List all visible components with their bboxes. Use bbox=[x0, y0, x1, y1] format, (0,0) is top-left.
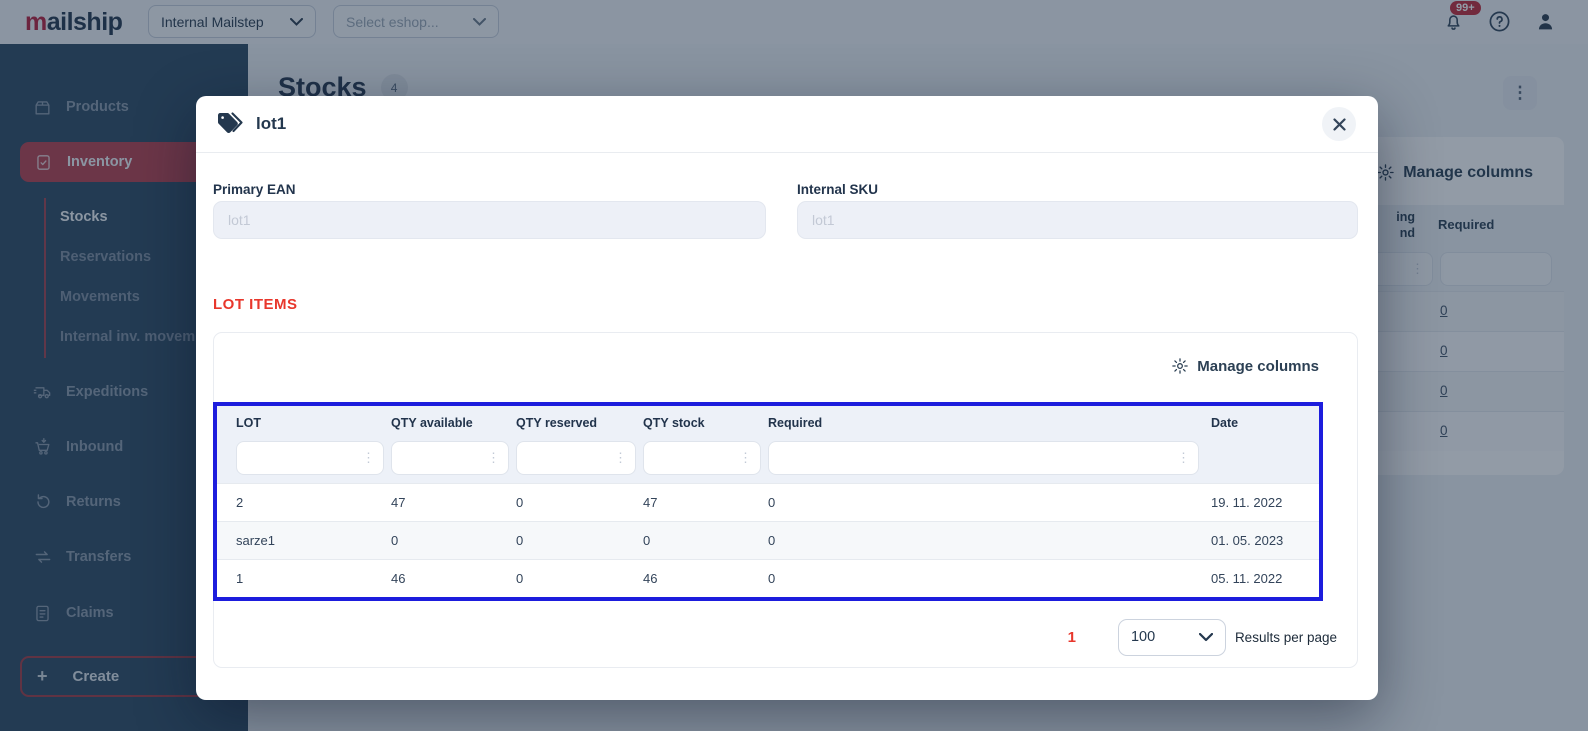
gear-icon bbox=[1172, 358, 1189, 374]
filter-menu-icon[interactable]: ⋮ bbox=[739, 450, 752, 466]
cell-qty-reserved: 0 bbox=[516, 533, 524, 548]
modal-title: lot1 bbox=[256, 114, 287, 133]
filter-menu-icon[interactable]: ⋮ bbox=[487, 450, 500, 466]
cell-qty-stock: 47 bbox=[643, 495, 658, 510]
app-root: mailship Internal Mailstep Select eshop.… bbox=[0, 0, 1588, 731]
column-header-qty-stock: QTY stock bbox=[643, 415, 705, 430]
column-header-required: Required bbox=[768, 415, 823, 430]
column-header-date: Date bbox=[1211, 415, 1239, 430]
cell-lot: 2 bbox=[236, 495, 244, 510]
table-row: sarze1 0 0 0 0 01. 05. 2023 bbox=[217, 521, 1319, 559]
lot-items-section-title: LOT ITEMS bbox=[213, 296, 298, 313]
modal-manage-columns-button[interactable]: Manage columns bbox=[1171, 357, 1319, 375]
page-size-value: 100 bbox=[1130, 629, 1156, 645]
filter-menu-icon[interactable]: ⋮ bbox=[1177, 450, 1190, 466]
modal-close-button[interactable] bbox=[1322, 107, 1356, 141]
table-row: 2 47 0 47 0 19. 11. 2022 bbox=[217, 483, 1319, 521]
cell-date: 01. 05. 2023 bbox=[1211, 533, 1284, 548]
close-icon bbox=[1332, 117, 1346, 131]
filter-menu-icon[interactable]: ⋮ bbox=[362, 450, 375, 466]
table-row: 1 46 0 46 0 05. 11. 2022 bbox=[217, 559, 1319, 597]
qty-reserved-filter-input[interactable]: ⋮ bbox=[516, 441, 636, 475]
required-filter-input[interactable]: ⋮ bbox=[768, 441, 1199, 475]
cell-lot: 1 bbox=[236, 571, 244, 586]
cell-qty-stock: 46 bbox=[643, 571, 658, 586]
column-header-qty-reserved: QTY reserved bbox=[516, 415, 598, 430]
primary-ean-input[interactable] bbox=[213, 201, 766, 239]
cell-qty-available: 47 bbox=[391, 495, 406, 510]
lot-table-filter-row: ⋮ ⋮ ⋮ ⋮ ⋮ bbox=[217, 439, 1319, 483]
qty-available-filter-input[interactable]: ⋮ bbox=[391, 441, 509, 475]
modal-header: lot1 bbox=[196, 96, 1378, 153]
cell-qty-stock: 0 bbox=[643, 533, 651, 548]
tag-icon bbox=[216, 111, 246, 137]
filter-menu-icon[interactable]: ⋮ bbox=[614, 450, 627, 466]
results-per-page-label: Results per page bbox=[1234, 629, 1337, 645]
cell-qty-reserved: 0 bbox=[516, 495, 524, 510]
cell-lot: sarze1 bbox=[236, 533, 276, 548]
lot-detail-modal: lot1 Primary EAN Internal SKU LOT ITEMS … bbox=[196, 96, 1378, 700]
pagination: 1 100 Results per page bbox=[214, 617, 1357, 657]
cell-required: 0 bbox=[768, 533, 776, 548]
primary-ean-label: Primary EAN bbox=[213, 182, 296, 197]
cell-qty-reserved: 0 bbox=[516, 571, 524, 586]
chevron-down-icon bbox=[1198, 632, 1213, 641]
column-header-qty-available: QTY available bbox=[391, 415, 473, 430]
manage-columns-label: Manage columns bbox=[1197, 357, 1319, 375]
cell-required: 0 bbox=[768, 571, 776, 586]
internal-sku-label: Internal SKU bbox=[797, 182, 879, 197]
page-number-button[interactable]: 1 bbox=[1068, 629, 1076, 646]
page-size-select[interactable]: 100 bbox=[1117, 618, 1226, 656]
cell-required: 0 bbox=[768, 495, 776, 510]
column-header-lot: LOT bbox=[236, 415, 261, 430]
internal-sku-input[interactable] bbox=[797, 201, 1358, 239]
lot-items-table-highlighted: LOT QTY available QTY reserved QTY stock… bbox=[213, 402, 1323, 601]
cell-date: 05. 11. 2022 bbox=[1211, 571, 1283, 586]
cell-date: 19. 11. 2022 bbox=[1211, 495, 1283, 510]
lot-filter-input[interactable]: ⋮ bbox=[236, 441, 384, 475]
lot-items-card: Manage columns LOT QTY available QTY res… bbox=[213, 332, 1358, 668]
qty-stock-filter-input[interactable]: ⋮ bbox=[643, 441, 761, 475]
cell-qty-available: 0 bbox=[391, 533, 399, 548]
cell-qty-available: 46 bbox=[391, 571, 406, 586]
lot-table-header-row: LOT QTY available QTY reserved QTY stock… bbox=[217, 406, 1319, 439]
